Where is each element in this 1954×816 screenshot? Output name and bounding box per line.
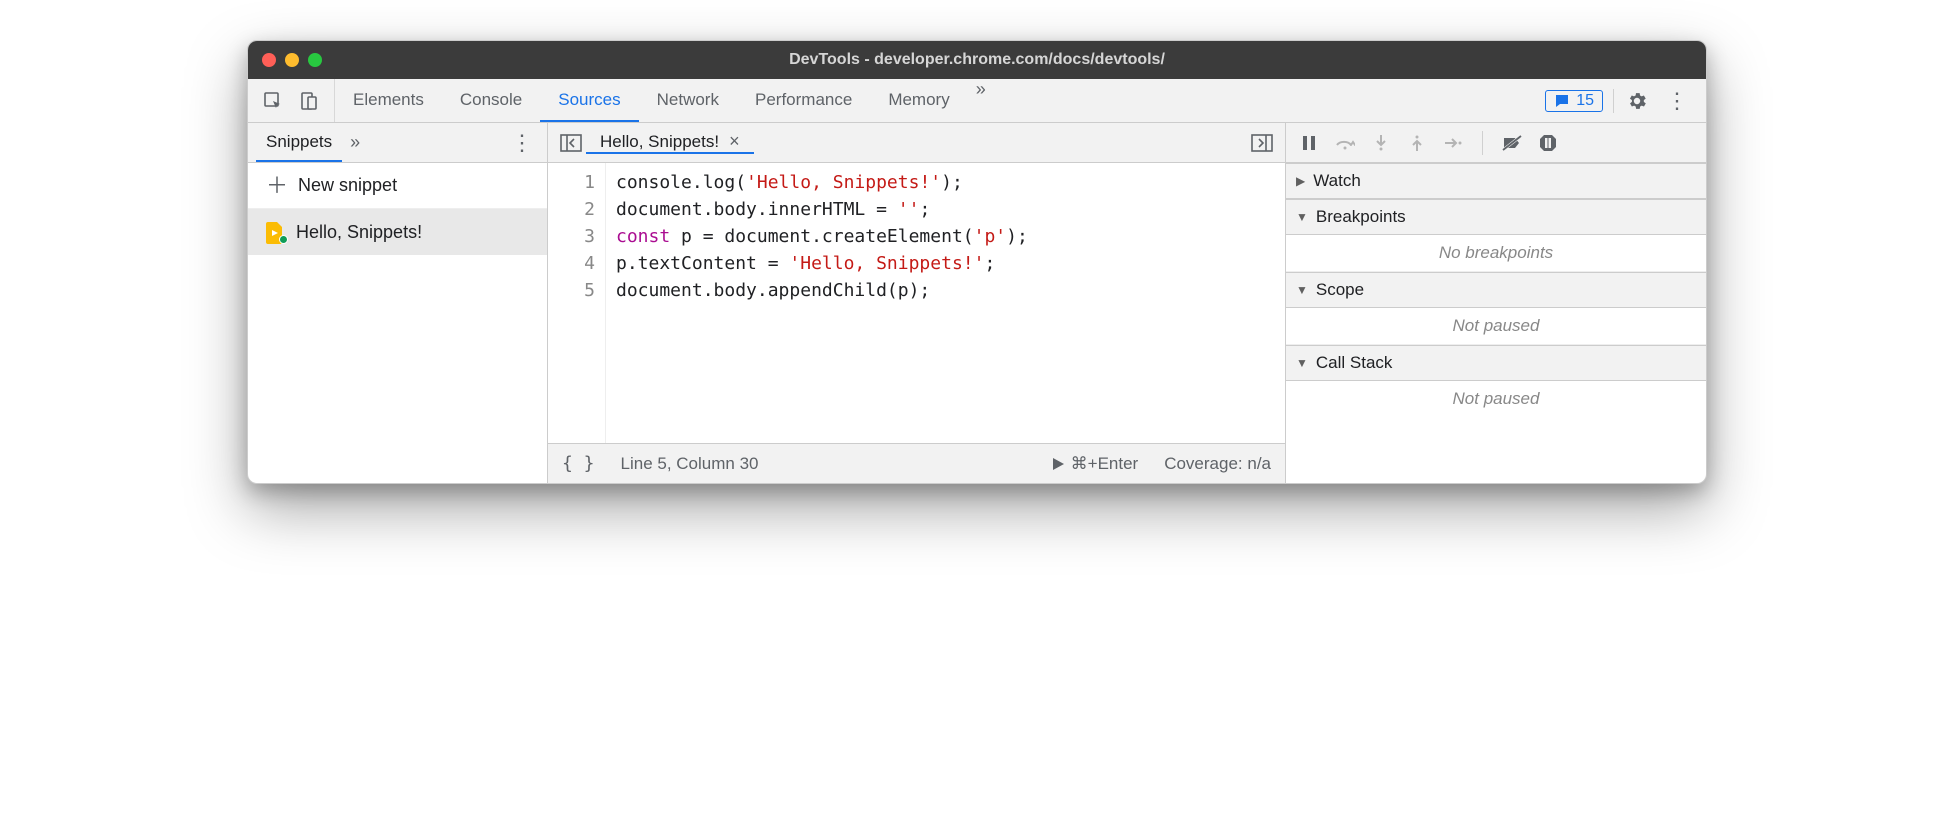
- titlebar: DevTools - developer.chrome.com/docs/dev…: [248, 41, 1706, 79]
- run-snippet-button[interactable]: ⌘+Enter: [1051, 454, 1139, 474]
- breakpoints-label: Breakpoints: [1316, 207, 1406, 227]
- panel-tabs: Elements Console Sources Network Perform…: [335, 79, 1533, 122]
- coverage-status: Coverage: n/a: [1164, 454, 1271, 474]
- code-content[interactable]: console.log('Hello, Snippets!'); documen…: [606, 163, 1038, 443]
- toolbar-right: 15 ⋮: [1533, 79, 1706, 122]
- minimize-window-button[interactable]: [285, 53, 299, 67]
- plus-icon: ＋: [266, 175, 288, 197]
- window-title: DevTools - developer.chrome.com/docs/dev…: [248, 51, 1706, 69]
- panel-body: Snippets » ⋮ ＋ New snippet Hello, Snippe…: [248, 123, 1706, 483]
- inspect-element-icon[interactable]: [260, 88, 286, 114]
- toolbar-left-icons: [248, 79, 335, 122]
- deactivate-breakpoints-icon[interactable]: [1501, 132, 1523, 154]
- breakpoints-body: No breakpoints: [1286, 235, 1706, 272]
- scope-panel-header[interactable]: ▼ Scope: [1286, 272, 1706, 308]
- editor-tab[interactable]: Hello, Snippets! ×: [586, 131, 754, 154]
- step-out-icon[interactable]: [1406, 132, 1428, 154]
- tab-elements[interactable]: Elements: [335, 79, 442, 122]
- navigator-more-icon[interactable]: »: [342, 132, 368, 153]
- tab-memory[interactable]: Memory: [870, 79, 967, 122]
- editor-tab-label: Hello, Snippets!: [600, 132, 719, 152]
- navigator-tab-snippets[interactable]: Snippets: [256, 123, 342, 162]
- message-icon: [1554, 93, 1570, 109]
- navigator-tabs: Snippets » ⋮: [248, 123, 547, 163]
- line-number: 2: [554, 196, 595, 223]
- cursor-position: Line 5, Column 30: [621, 454, 759, 474]
- code-area[interactable]: 1 2 3 4 5 console.log('Hello, Snippets!'…: [548, 163, 1285, 443]
- line-number: 1: [554, 169, 595, 196]
- main-toolbar: Elements Console Sources Network Perform…: [248, 79, 1706, 123]
- code-editor: Hello, Snippets! × 1 2 3 4 5 console.log…: [548, 123, 1286, 483]
- debug-toolbar: [1286, 123, 1706, 163]
- modified-dot-icon: [279, 235, 288, 244]
- breakpoints-panel-header[interactable]: ▼ Breakpoints: [1286, 199, 1706, 235]
- scope-body: Not paused: [1286, 308, 1706, 345]
- snippet-item[interactable]: Hello, Snippets!: [248, 209, 547, 255]
- step-over-icon[interactable]: [1334, 132, 1356, 154]
- settings-icon[interactable]: [1624, 88, 1650, 114]
- close-tab-icon[interactable]: ×: [729, 131, 740, 152]
- devtools-window: DevTools - developer.chrome.com/docs/dev…: [247, 40, 1707, 484]
- new-snippet-button[interactable]: ＋ New snippet: [248, 163, 547, 209]
- snippet-item-label: Hello, Snippets!: [296, 222, 422, 243]
- play-icon: [1051, 457, 1065, 471]
- traffic-lights: [262, 53, 322, 67]
- navigator-collapse-icon[interactable]: [556, 134, 586, 152]
- debugger-pane: ▶ Watch ▼ Breakpoints No breakpoints ▼ S…: [1286, 123, 1706, 483]
- step-into-icon[interactable]: [1370, 132, 1392, 154]
- issues-count: 15: [1576, 92, 1594, 110]
- line-number: 3: [554, 223, 595, 250]
- run-shortcut-label: ⌘+Enter: [1071, 454, 1139, 474]
- line-number: 4: [554, 250, 595, 277]
- separator: [1613, 89, 1614, 113]
- tab-sources[interactable]: Sources: [540, 79, 638, 122]
- scope-label: Scope: [1316, 280, 1364, 300]
- navigator-sidebar: Snippets » ⋮ ＋ New snippet Hello, Snippe…: [248, 123, 548, 483]
- navigator-kebab-icon[interactable]: ⋮: [505, 130, 539, 156]
- editor-tabstrip: Hello, Snippets! ×: [548, 123, 1285, 163]
- tab-network[interactable]: Network: [639, 79, 737, 122]
- new-snippet-label: New snippet: [298, 175, 397, 196]
- snippet-file-icon: [266, 222, 286, 242]
- pretty-print-icon[interactable]: { }: [562, 453, 595, 474]
- callstack-label: Call Stack: [1316, 353, 1393, 373]
- watch-label: Watch: [1313, 171, 1361, 191]
- issues-button[interactable]: 15: [1545, 90, 1603, 112]
- pause-icon[interactable]: [1298, 132, 1320, 154]
- callstack-panel-header[interactable]: ▼ Call Stack: [1286, 345, 1706, 381]
- editor-statusbar: { } Line 5, Column 30 ⌘+Enter Coverage: …: [548, 443, 1285, 483]
- line-number: 5: [554, 277, 595, 304]
- expand-down-icon: ▼: [1296, 283, 1308, 297]
- callstack-body: Not paused: [1286, 381, 1706, 417]
- pause-on-exceptions-icon[interactable]: [1537, 132, 1559, 154]
- tab-console[interactable]: Console: [442, 79, 540, 122]
- step-icon[interactable]: [1442, 132, 1464, 154]
- debugger-collapse-icon[interactable]: [1247, 134, 1277, 152]
- device-toolbar-icon[interactable]: [296, 88, 322, 114]
- expand-right-icon: ▶: [1296, 174, 1305, 188]
- line-gutter: 1 2 3 4 5: [548, 163, 606, 443]
- expand-down-icon: ▼: [1296, 210, 1308, 224]
- watch-panel-header[interactable]: ▶ Watch: [1286, 163, 1706, 199]
- separator: [1482, 131, 1483, 155]
- close-window-button[interactable]: [262, 53, 276, 67]
- maximize-window-button[interactable]: [308, 53, 322, 67]
- more-tabs-icon[interactable]: »: [968, 79, 994, 122]
- tab-performance[interactable]: Performance: [737, 79, 870, 122]
- expand-down-icon: ▼: [1296, 356, 1308, 370]
- kebab-menu-icon[interactable]: ⋮: [1660, 88, 1694, 114]
